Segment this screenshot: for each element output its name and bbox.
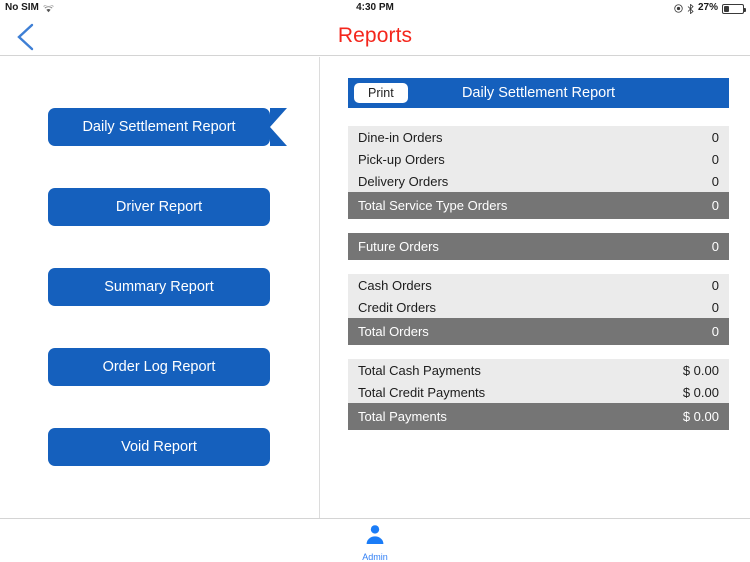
report-row: Delivery Orders 0 bbox=[348, 170, 729, 192]
report-row-label: Credit Orders bbox=[358, 299, 437, 315]
report-total-row: Future Orders 0 bbox=[348, 233, 729, 260]
nav-bar: Reports bbox=[0, 16, 750, 56]
report-row-label: Pick-up Orders bbox=[358, 151, 445, 167]
report-row-value: 0 bbox=[711, 129, 719, 145]
report-row: Total Cash Payments $ 0.00 bbox=[348, 359, 729, 381]
report-section: Future Orders 0 bbox=[348, 233, 729, 260]
report-row-label: Future Orders bbox=[358, 239, 439, 254]
report-row-label: Cash Orders bbox=[358, 277, 432, 293]
report-section: Cash Orders 0 Credit Orders 0 Total Orders 0 bbox=[348, 274, 729, 345]
menu-item-driver-report[interactable]: Driver Report bbox=[48, 188, 270, 226]
report-row-value: 0 bbox=[711, 324, 719, 339]
report-row: Credit Orders 0 bbox=[348, 296, 729, 318]
report-row-value: 0 bbox=[711, 173, 719, 189]
report-row-value: $ 0.00 bbox=[682, 362, 719, 378]
report-row-value: 0 bbox=[711, 239, 719, 254]
page-title: Reports bbox=[337, 24, 413, 47]
report-row-label: Total Orders bbox=[358, 324, 429, 339]
rotation-lock-icon bbox=[674, 4, 683, 13]
report-row: Total Credit Payments $ 0.00 bbox=[348, 381, 729, 403]
report-row-value: 0 bbox=[711, 151, 719, 167]
menu-item-label: Driver Report bbox=[115, 199, 203, 215]
report-panel: Daily Settlement Report Print Dine-in Or… bbox=[320, 57, 750, 518]
selected-indicator-arrow bbox=[270, 108, 287, 146]
report-menu: Daily Settlement Report Driver Report Summ… bbox=[0, 57, 319, 518]
menu-item-label: Order Log Report bbox=[102, 359, 216, 375]
report-row: Cash Orders 0 bbox=[348, 274, 729, 296]
report-header: Daily Settlement Report Print bbox=[348, 78, 729, 108]
tab-item-admin[interactable]: Admin bbox=[345, 523, 405, 562]
report-row-label: Total Credit Payments bbox=[358, 384, 486, 400]
reports-screen: No SIM 4:30 PM 27% Reports Daily Settlem… bbox=[0, 0, 750, 562]
battery-icon bbox=[722, 3, 746, 14]
menu-item-daily-settlement-report[interactable]: Daily Settlement Report bbox=[48, 108, 287, 146]
report-row-value: 0 bbox=[711, 277, 719, 293]
report-total-row: Total Service Type Orders 0 bbox=[348, 192, 729, 219]
report-row-label: Dine-in Orders bbox=[358, 129, 443, 145]
report-section: Dine-in Orders 0 Pick-up Orders 0 Delivery O… bbox=[348, 120, 729, 219]
print-button[interactable]: Print bbox=[354, 82, 408, 104]
report-row-label: Total Service Type Orders bbox=[358, 198, 508, 213]
report-row-label: Total Cash Payments bbox=[358, 362, 481, 378]
report-section: Total Cash Payments $ 0.00 Total Credit Pa… bbox=[348, 359, 729, 430]
report-total-row: Total Payments $ 0.00 bbox=[348, 403, 729, 430]
person-icon bbox=[364, 523, 386, 550]
tab-label-admin: Admin bbox=[362, 552, 388, 562]
report-row-label: Total Payments bbox=[358, 409, 447, 424]
menu-item-void-report[interactable]: Void Report bbox=[48, 428, 270, 466]
report-row-value: 0 bbox=[711, 299, 719, 315]
tab-bar: Admin bbox=[0, 518, 750, 562]
status-bar-time: 4:30 PM bbox=[356, 2, 394, 13]
report-row: Pick-up Orders 0 bbox=[348, 148, 729, 170]
status-bar: No SIM 4:30 PM 27% bbox=[0, 0, 750, 16]
menu-item-summary-report[interactable]: Summary Report bbox=[48, 268, 270, 306]
menu-item-label: Void Report bbox=[121, 439, 197, 455]
battery-percent-label: 27% bbox=[697, 2, 718, 13]
report-total-row: Total Orders 0 bbox=[348, 318, 729, 345]
report-row-value: $ 0.00 bbox=[682, 409, 719, 424]
report-row-value: 0 bbox=[711, 198, 719, 213]
status-bar-right: 27% bbox=[674, 2, 746, 14]
report-row-label: Delivery Orders bbox=[358, 173, 449, 189]
report-row: Dine-in Orders 0 bbox=[348, 126, 729, 148]
bluetooth-icon bbox=[687, 3, 694, 14]
menu-item-label: Summary Report bbox=[104, 279, 214, 295]
menu-item-label: Daily Settlement Report bbox=[82, 119, 236, 135]
menu-item-order-log-report[interactable]: Order Log Report bbox=[48, 348, 270, 386]
report-row-value: $ 0.00 bbox=[682, 384, 719, 400]
